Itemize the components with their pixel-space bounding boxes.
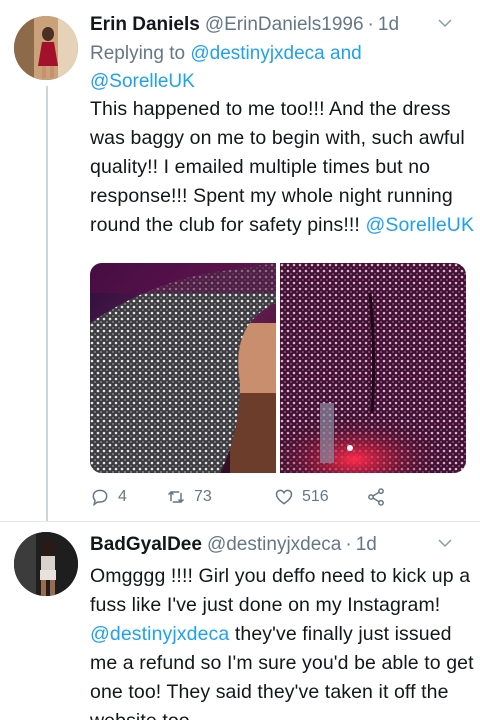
separator-dot: · — [367, 14, 374, 35]
user-handle[interactable]: @ErinDaniels1996 — [205, 14, 364, 36]
like-count: 516 — [302, 488, 329, 505]
like-icon — [275, 489, 293, 505]
retweet-icon — [167, 490, 185, 504]
mention-link[interactable]: @SorelleUK — [365, 214, 474, 236]
separator-dot: · — [345, 534, 352, 555]
share-icon — [368, 488, 384, 506]
chevron-down-icon[interactable] — [436, 14, 454, 32]
mention-link[interactable]: @destinyjxdeca — [190, 43, 324, 64]
timestamp[interactable]: 1d — [378, 14, 399, 36]
reply-count: 4 — [118, 488, 127, 505]
display-name[interactable]: BadGyalDee — [90, 534, 202, 556]
replying-to-label: Replying to — [90, 43, 186, 64]
thread-line — [46, 86, 48, 522]
mention-link[interactable]: @SorelleUK — [90, 71, 195, 92]
reply-button[interactable]: 4 — [90, 487, 166, 507]
tweet-header: BadGyalDee @destinyjxdeca · 1d — [90, 532, 466, 558]
tweet-header: Erin Daniels @ErinDaniels1996 · 1d — [90, 12, 466, 38]
retweet-button[interactable]: 73 — [166, 487, 274, 507]
replying-to-joiner: and — [330, 43, 362, 64]
display-name[interactable]: Erin Daniels — [90, 14, 200, 36]
tweet-text-content: Omgggg !!!! Girl you deffo need to kick … — [90, 565, 471, 616]
tweet-text: Omgggg !!!! Girl you deffo need to kick … — [90, 562, 475, 720]
photo-1[interactable] — [90, 263, 276, 473]
chevron-down-icon[interactable] — [436, 534, 454, 552]
avatar[interactable] — [14, 16, 78, 80]
avatar[interactable] — [14, 532, 78, 596]
media-gallery[interactable] — [90, 263, 466, 473]
reply-icon — [92, 489, 108, 507]
tweet-text: This happened to me too!!! And the dress… — [90, 95, 475, 240]
retweet-count: 73 — [194, 488, 212, 505]
replying-to: Replying to @destinyjxdeca and @SorelleU… — [90, 40, 460, 96]
mention-link[interactable]: @destinyjxdeca — [90, 623, 229, 645]
photo-2[interactable] — [280, 263, 466, 473]
user-handle[interactable]: @destinyjxdeca — [207, 534, 341, 556]
timestamp[interactable]: 1d — [356, 534, 377, 556]
tweet-divider — [0, 521, 480, 522]
tweet-erin-daniels[interactable]: Erin Daniels @ErinDaniels1996 · 1d Reply… — [0, 0, 480, 522]
share-button[interactable] — [366, 487, 406, 507]
tweet-actions: 4 73 516 — [90, 483, 430, 511]
like-button[interactable]: 516 — [274, 487, 366, 507]
